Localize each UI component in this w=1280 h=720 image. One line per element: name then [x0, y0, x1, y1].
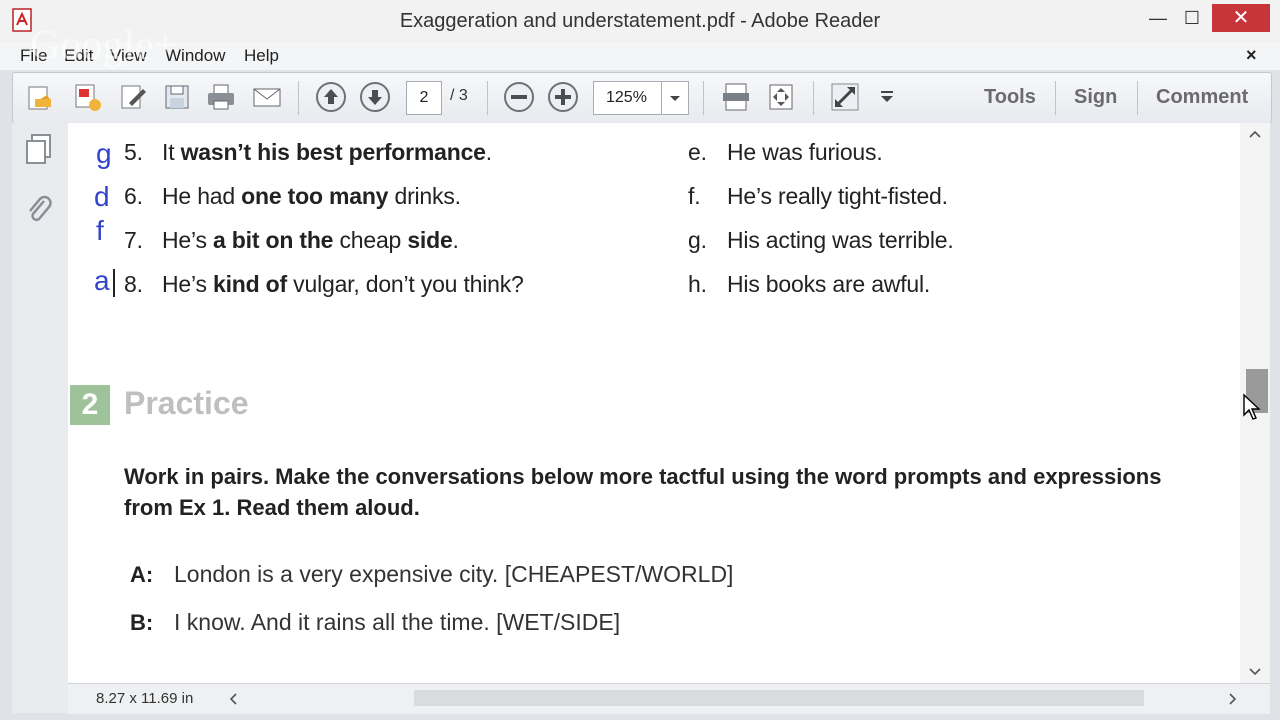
- fit-page-icon[interactable]: [720, 81, 752, 113]
- menu-bar: File Edit View Window Help ×: [0, 42, 1280, 70]
- handwritten-answer: f: [96, 215, 104, 246]
- vertical-scrollbar[interactable]: [1240, 123, 1270, 683]
- status-bar: 8.27 x 11.69 in: [68, 683, 1270, 714]
- text-part: vulgar, don’t you think?: [286, 271, 524, 297]
- handwritten-answer: d: [94, 181, 110, 212]
- toolbar-separator: [703, 81, 704, 115]
- item-number: 8.: [124, 271, 143, 297]
- option-letter: g.: [688, 227, 707, 253]
- instruction-line: from Ex 1. Read them aloud.: [124, 495, 420, 520]
- instruction-line: Work in pairs. Make the conversations be…: [124, 464, 1162, 489]
- text-cursor: [113, 269, 115, 297]
- option-letter: f.: [688, 183, 701, 209]
- close-document-button[interactable]: ×: [1246, 45, 1257, 66]
- text-part: .: [485, 139, 492, 165]
- email-icon[interactable]: [251, 81, 283, 113]
- speaker-label: B:: [130, 610, 154, 635]
- item-sentence: It wasn’t his best performance.: [162, 139, 492, 166]
- item-number: 5.: [124, 139, 143, 165]
- section-title: Practice: [124, 385, 249, 421]
- option-letter: h.: [688, 271, 707, 297]
- option-text: His acting was terrible.: [727, 227, 954, 253]
- mouse-cursor-icon: [1243, 393, 1261, 420]
- text-part: cheap: [333, 227, 408, 253]
- edit-pdf-icon[interactable]: [117, 81, 149, 113]
- previous-page-icon[interactable]: [315, 81, 347, 113]
- conversation-line: I know. And it rains all the time. [WET/…: [174, 609, 621, 635]
- save-icon[interactable]: [161, 81, 193, 113]
- option-letter: e.: [688, 139, 707, 165]
- navigation-pane: [12, 123, 69, 713]
- more-tools-chevron-icon[interactable]: [871, 81, 903, 113]
- title-bar: Exaggeration and understatement.pdf - Ad…: [0, 0, 1280, 42]
- tools-button[interactable]: Tools: [984, 86, 1036, 109]
- text-part: drinks.: [388, 183, 461, 209]
- close-button[interactable]: ✕: [1212, 4, 1270, 32]
- item-number: 6.: [124, 183, 143, 209]
- zoom-in-icon[interactable]: [547, 81, 579, 113]
- zoom-out-icon[interactable]: [503, 81, 535, 113]
- item-number: 7.: [124, 227, 143, 253]
- toolbar-separator: [298, 81, 299, 115]
- fit-width-icon[interactable]: [765, 81, 797, 113]
- scroll-up-icon[interactable]: [1248, 129, 1262, 139]
- create-pdf-icon[interactable]: [71, 81, 103, 113]
- horizontal-scrollbar-thumb[interactable]: [414, 690, 1144, 706]
- bold-phrase: wasn’t his best performance: [180, 139, 486, 165]
- window-title: Exaggeration and understatement.pdf - Ad…: [399, 10, 881, 32]
- google-plus-watermark: Google+: [30, 23, 178, 69]
- zoom-value: 125%: [606, 89, 647, 106]
- page-size-label: 8.27 x 11.69 in: [96, 690, 194, 707]
- sign-button[interactable]: Sign: [1074, 86, 1117, 109]
- page-thumbnails-icon[interactable]: [24, 133, 54, 165]
- zoom-dropdown-arrow[interactable]: [661, 82, 688, 114]
- bold-phrase: side: [407, 227, 453, 253]
- option-text: He was furious.: [727, 139, 883, 165]
- item-sentence: He’s kind of vulgar, don’t you think?: [162, 271, 524, 298]
- handwritten-answer: a: [94, 265, 110, 296]
- page-number-input[interactable]: 2: [406, 81, 442, 115]
- conversation-line: London is a very expensive city. [CHEAPE…: [174, 561, 734, 587]
- full-screen-icon[interactable]: [829, 81, 861, 113]
- zoom-select[interactable]: 125%: [593, 81, 689, 115]
- scroll-left-icon[interactable]: [228, 692, 238, 706]
- text-part: He had: [162, 183, 242, 209]
- bold-phrase: one too many: [241, 183, 389, 209]
- bold-phrase: kind of: [213, 271, 287, 297]
- toolbar-separator: [813, 81, 814, 115]
- scroll-down-icon[interactable]: [1248, 667, 1262, 677]
- document-page: g 5. It wasn’t his best performance. d 6…: [68, 123, 1240, 683]
- open-file-icon[interactable]: [25, 81, 57, 113]
- section-number-badge: 2: [70, 385, 110, 425]
- scroll-right-icon[interactable]: [1228, 692, 1238, 706]
- page-total: / 3: [450, 87, 468, 104]
- option-text: His books are awful.: [727, 271, 931, 297]
- speaker-label: A:: [130, 562, 154, 587]
- toolbar-separator: [487, 81, 488, 115]
- text-part: .: [452, 227, 459, 253]
- toolbar-separator: [1055, 81, 1056, 115]
- item-sentence: He’s a bit on the cheap side.: [162, 227, 459, 254]
- maximize-button[interactable]: ☐: [1172, 4, 1212, 32]
- handwritten-answer: g: [96, 138, 112, 169]
- item-sentence: He had one too many drinks.: [162, 183, 461, 210]
- text-part: He’s: [162, 271, 213, 297]
- attachments-paperclip-icon[interactable]: [24, 193, 54, 227]
- toolbar: 2 / 3 125% Tools Sign Comment: [12, 72, 1272, 124]
- print-icon[interactable]: [205, 81, 237, 113]
- next-page-icon[interactable]: [359, 81, 391, 113]
- option-text: He’s really tight-fisted.: [727, 183, 948, 209]
- text-part: It: [162, 139, 181, 165]
- toolbar-separator: [1137, 81, 1138, 115]
- text-part: He’s: [162, 227, 213, 253]
- chevron-down-icon: [670, 96, 680, 101]
- comment-button[interactable]: Comment: [1156, 86, 1248, 109]
- menu-help[interactable]: Help: [244, 46, 279, 66]
- bold-phrase: a bit on the: [213, 227, 334, 253]
